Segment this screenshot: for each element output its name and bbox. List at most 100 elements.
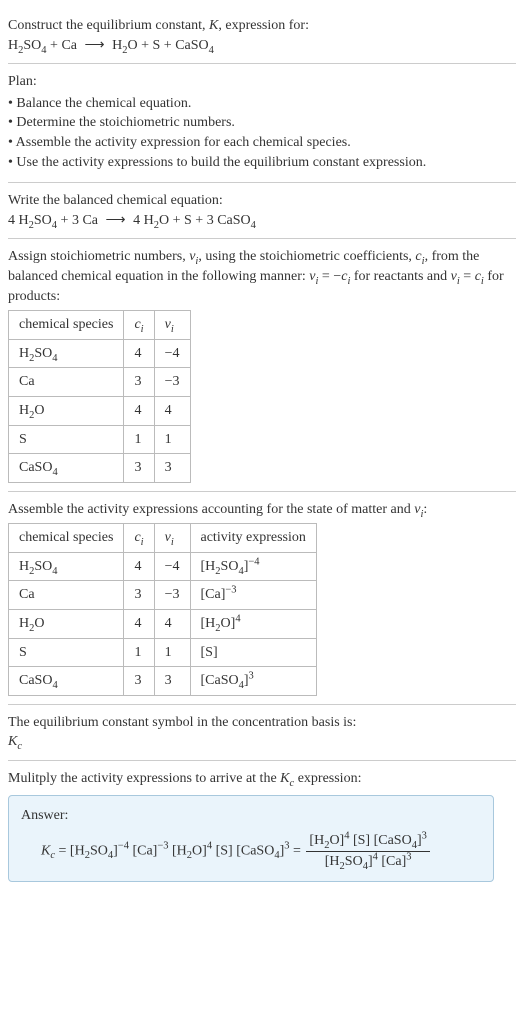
eq: = (290, 844, 305, 859)
coef: 3 (72, 213, 83, 228)
text: SO (345, 854, 363, 869)
table-row: Ca 3 −3 (9, 368, 191, 397)
ci-cell: 3 (124, 368, 154, 397)
reactant1-b: SO (23, 38, 41, 53)
activity-cell: [CaSO4]3 (190, 667, 316, 696)
text: [H (325, 854, 340, 869)
activity-cell: [H2SO4]−4 (190, 552, 316, 581)
plan-item: Assemble the activity expression for eac… (8, 133, 516, 153)
numerator: [H2O]4 [S] [CaSO4]3 (306, 831, 429, 852)
intro-text-a: Construct the equilibrium constant, (8, 18, 209, 33)
answer-label: Answer: (21, 806, 481, 826)
stoich-text: Assign stoichiometric numbers, νi, using… (8, 247, 516, 306)
product3-sub: 4 (209, 44, 214, 55)
text: : (423, 502, 427, 517)
reactant2: Ca (61, 38, 77, 53)
balanced-title: Write the balanced chemical equation: (8, 191, 516, 211)
text: H (19, 616, 29, 631)
species-cell: S (9, 638, 124, 667)
sup: 3 (249, 671, 254, 682)
plus: + (160, 38, 175, 53)
text: H (19, 346, 29, 361)
coef: 4 (133, 213, 144, 228)
k-var: K (209, 18, 218, 33)
col-ci: ci (124, 311, 154, 340)
species-cell: CaSO4 (9, 454, 124, 483)
denominator: [H2SO4]4 [Ca]3 (306, 852, 429, 872)
text: O] (192, 844, 207, 859)
col-activity: activity expression (190, 524, 316, 553)
product1-a: H (112, 38, 122, 53)
k-var: K (280, 771, 289, 786)
kc-text: The equilibrium constant symbol in the c… (8, 713, 516, 733)
text: [Ca] (132, 844, 157, 859)
answer-box: Answer: Kc = [H2SO4]−4 [Ca]−3 [H2O]4 [S]… (8, 795, 494, 883)
text: [S] (349, 833, 373, 848)
text: S (19, 645, 27, 660)
plus: + (57, 213, 72, 228)
product1-b: O (127, 38, 137, 53)
text: Assign stoichiometric numbers, (8, 249, 189, 264)
sup: −4 (248, 556, 259, 567)
eq: = − (318, 269, 341, 284)
vi-cell: 3 (154, 454, 190, 483)
plan-item: Use the activity expressions to build th… (8, 153, 516, 173)
text: Ca (19, 374, 35, 389)
intro-line: Construct the equilibrium constant, K, e… (8, 16, 516, 36)
reactant1-a: H (8, 38, 18, 53)
plan-item: Determine the stoichiometric numbers. (8, 113, 516, 133)
k-var: K (41, 844, 50, 859)
plan-item: Balance the chemical equation. (8, 94, 516, 114)
reactant: H (19, 213, 29, 228)
text: H (19, 403, 29, 418)
text: Mulitply the activity expressions to arr… (8, 771, 280, 786)
text: expression: (294, 771, 361, 786)
vi-cell: 4 (154, 610, 190, 639)
sub: c (17, 741, 22, 752)
kc-symbol-section: The equilibrium constant symbol in the c… (8, 705, 516, 761)
text: , using the stoichiometric coefficients, (198, 249, 415, 264)
text: Ca (19, 587, 35, 602)
table-header-row: chemical species ci νi activity expressi… (9, 524, 317, 553)
sup: 3 (422, 831, 427, 842)
sub: 4 (52, 566, 57, 577)
vi-cell: −3 (154, 368, 190, 397)
activity-cell: [Ca]−3 (190, 581, 316, 610)
text: SO (221, 559, 239, 574)
activity-cell: [H2O]4 (190, 610, 316, 639)
species-cell: H2O (9, 610, 124, 639)
ci-cell: 4 (124, 610, 154, 639)
table-row: S 1 1 [S] (9, 638, 317, 667)
text: [CaSO (374, 833, 412, 848)
ci-cell: 3 (124, 454, 154, 483)
ci-cell: 4 (124, 339, 154, 368)
text: O (34, 403, 44, 418)
text: H (19, 559, 29, 574)
plan-section: Plan: Balance the chemical equation. Det… (8, 64, 516, 183)
ci-cell: 4 (124, 552, 154, 581)
coef: 3 (207, 213, 218, 228)
answer-section: Mulitply the activity expressions to arr… (8, 761, 516, 890)
vi-cell: 1 (154, 425, 190, 454)
sub: 4 (52, 353, 57, 364)
ci-cell: 4 (124, 396, 154, 425)
col-vi: νi (154, 311, 190, 340)
vi-cell: −4 (154, 339, 190, 368)
table-row: Ca 3 −3 [Ca]−3 (9, 581, 317, 610)
ci-cell: 3 (124, 667, 154, 696)
balanced-equation: 4 H2SO4 + 3 Ca ⟶ 4 H2O + S + 3 CaSO4 (8, 211, 516, 231)
arrow-icon: ⟶ (106, 211, 126, 231)
text: [Ca] (378, 854, 406, 869)
fraction: [H2O]4 [S] [CaSO4]3[H2SO4]4 [Ca]3 (306, 831, 429, 871)
multiply-text: Mulitply the activity expressions to arr… (8, 769, 516, 789)
product: O (159, 213, 169, 228)
sup: 4 (235, 613, 240, 624)
text: SO (90, 844, 108, 859)
product: CaSO (217, 213, 250, 228)
kc-symbol: Kc (8, 732, 516, 752)
species-cell: Ca (9, 581, 124, 610)
species-cell: Ca (9, 368, 124, 397)
activity-text: Assemble the activity expressions accoun… (8, 500, 516, 520)
sub: i (171, 537, 174, 548)
intro-text-b: , expression for: (218, 18, 309, 33)
